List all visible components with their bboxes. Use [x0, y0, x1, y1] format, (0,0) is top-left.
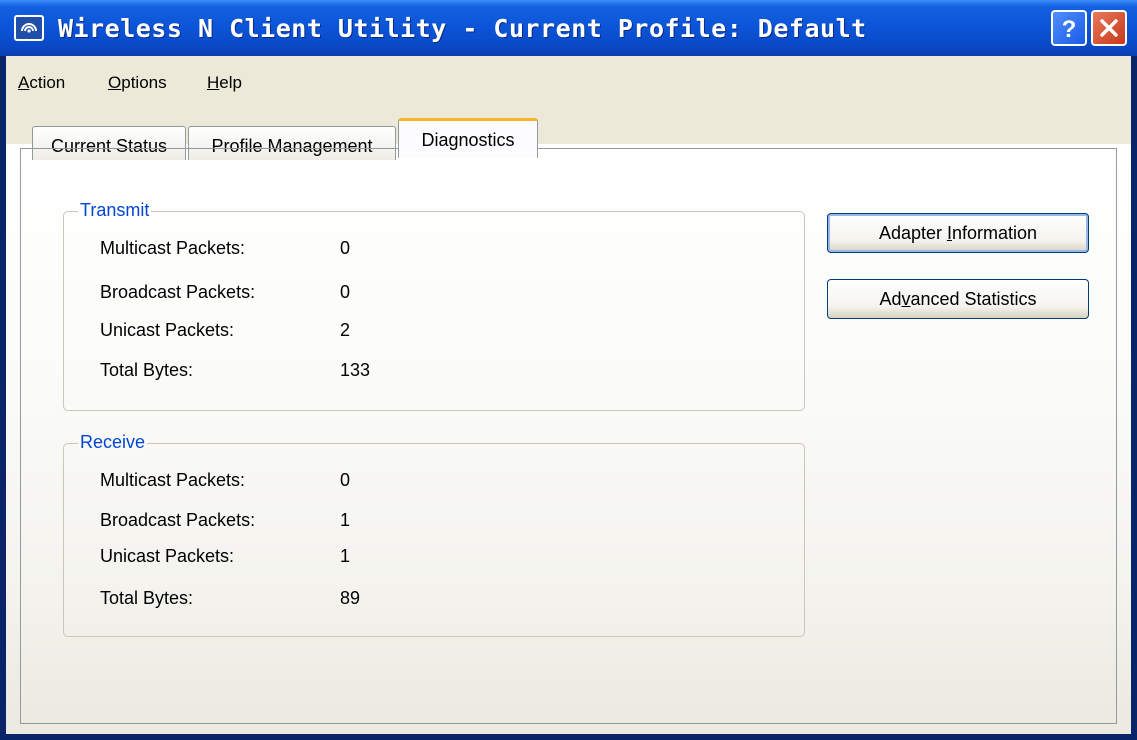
window-title: Wireless N Client Utility - Current Prof…: [58, 14, 867, 43]
menu-help-rest: elp: [219, 73, 242, 92]
advanced-button-text-pre: Ad: [879, 289, 902, 309]
menu-options[interactable]: Options: [108, 73, 167, 93]
adapter-button-text-post: nformation: [952, 223, 1038, 243]
receive-broadcast-label: Broadcast Packets:: [100, 510, 256, 530]
svg-text:?: ?: [1062, 16, 1077, 43]
transmit-broadcast-value: 0: [340, 282, 351, 302]
tab-diagnostics[interactable]: Diagnostics: [398, 118, 538, 158]
title-bar[interactable]: Wireless N Client Utility - Current Prof…: [0, 0, 1137, 56]
receive-multicast-value: 0: [340, 470, 351, 490]
transmit-unicast-value: 2: [340, 320, 351, 340]
menu-action[interactable]: Action: [18, 73, 65, 93]
adapter-information-button[interactable]: Adapter Information: [827, 213, 1089, 253]
menu-options-mnemonic: O: [108, 73, 122, 92]
menu-help-mnemonic: H: [207, 73, 220, 92]
transmit-total-bytes-label: Total Bytes:: [100, 360, 194, 380]
menu-bar: Action Options Help: [6, 56, 1131, 104]
adapter-button-text-pre: Adapter: [878, 223, 947, 243]
transmit-multicast-value: 0: [340, 238, 351, 258]
receive-total-bytes-value: 89: [340, 588, 361, 608]
menu-action-rest: ction: [29, 73, 66, 92]
transmit-total-bytes-value: 133: [340, 360, 371, 380]
application-window: Wireless N Client Utility - Current Prof…: [0, 0, 1137, 740]
transmit-broadcast-label: Broadcast Packets:: [100, 282, 256, 302]
transmit-multicast-label: Multicast Packets:: [100, 238, 246, 258]
diagnostics-panel: Transmit Multicast Packets: 0 Broadcast …: [20, 148, 1117, 724]
menu-action-mnemonic: A: [18, 73, 30, 92]
transmit-unicast-label: Unicast Packets:: [100, 320, 235, 340]
receive-unicast-value: 1: [340, 546, 351, 566]
receive-multicast-label: Multicast Packets:: [100, 470, 246, 490]
advanced-button-text-post: anced Statistics: [910, 289, 1037, 309]
receive-group: Receive Multicast Packets: 0 Broadcast P…: [63, 432, 805, 637]
question-mark-icon: ?: [1062, 16, 1077, 43]
wireless-signal-icon[interactable]: [14, 15, 44, 41]
receive-unicast-label: Unicast Packets:: [100, 546, 235, 566]
transmit-legend: Transmit: [78, 200, 152, 221]
receive-legend: Receive: [78, 432, 148, 453]
receive-broadcast-value: 1: [340, 510, 351, 530]
help-button[interactable]: ?: [1051, 10, 1087, 46]
menu-help[interactable]: Help: [207, 73, 242, 93]
receive-total-bytes-label: Total Bytes:: [100, 588, 194, 608]
close-button[interactable]: [1091, 10, 1127, 46]
advanced-statistics-button[interactable]: Advanced Statistics: [827, 279, 1089, 319]
close-x-icon: [1100, 19, 1118, 37]
transmit-group: Transmit Multicast Packets: 0 Broadcast …: [63, 200, 805, 411]
menu-options-rest: ptions: [121, 73, 167, 92]
